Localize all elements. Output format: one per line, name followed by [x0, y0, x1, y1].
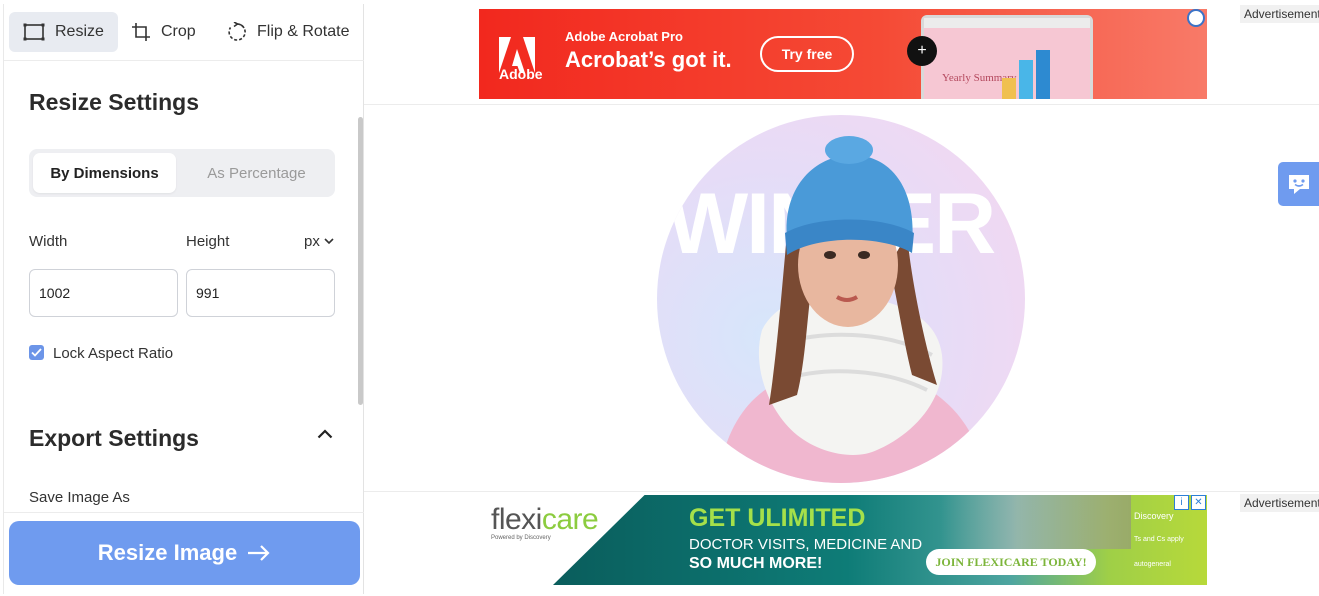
mode-as-percentage[interactable]: As Percentage — [182, 153, 331, 193]
tab-flip-rotate-label: Flip & Rotate — [257, 23, 350, 40]
mode-by-dimensions[interactable]: By Dimensions — [33, 153, 176, 193]
ad-photo — [941, 495, 1131, 549]
crop-icon — [132, 23, 150, 41]
ad-controls: i ✕ — [1174, 495, 1207, 511]
plus-icon: + — [907, 36, 937, 66]
flexicare-logo: flexicare — [491, 503, 599, 536]
lock-aspect-label[interactable]: Lock Aspect Ratio — [53, 345, 173, 362]
tab-crop[interactable]: Crop — [117, 12, 210, 52]
close-icon[interactable]: ✕ — [1191, 495, 1206, 510]
flexicare-powered: Powered by Discovery — [491, 535, 551, 541]
flexicare-line-3: SO MUCH MORE! — [689, 555, 823, 572]
rotate-icon — [228, 22, 246, 41]
feedback-button[interactable] — [1278, 162, 1319, 206]
terms-text: Ts and Cs apply — [1134, 536, 1184, 543]
divider — [4, 512, 364, 513]
resize-image-button-label: Resize Image — [97, 540, 238, 565]
ad-choices-icon[interactable] — [1187, 9, 1205, 27]
adobe-ad-banner[interactable]: Adobe Adobe Acrobat Pro Acrobat’s got it… — [479, 9, 1207, 99]
divider — [364, 104, 1319, 105]
tab-resize[interactable]: Resize — [9, 12, 118, 52]
width-field[interactable] — [29, 269, 178, 317]
join-flexicare-button[interactable]: JOIN FLEXICARE TODAY! — [926, 549, 1096, 575]
save-image-as-label: Save Image As — [29, 489, 130, 506]
checkmark-icon — [31, 348, 42, 357]
height-label: Height — [186, 233, 230, 250]
flexicare-headline: GET ULIMITED — [689, 504, 866, 532]
chevron-up-icon[interactable] — [317, 429, 333, 439]
tab-resize-label: Resize — [55, 23, 104, 40]
resize-image-button[interactable]: Resize Image — [9, 521, 360, 585]
unit-value: px — [304, 233, 320, 250]
flexicare-line-2: DOCTOR VISITS, MEDICINE AND — [689, 536, 923, 553]
settings-panel: Resize Crop Flip & Rotate Resize Setting… — [3, 4, 364, 594]
export-settings-title: Export Settings — [29, 425, 199, 451]
tab-flip-rotate[interactable]: Flip & Rotate — [213, 12, 363, 52]
adobe-product: Adobe Acrobat Pro — [565, 29, 683, 44]
resize-icon — [23, 23, 45, 41]
advertisement-label: Advertisement — [1240, 5, 1319, 23]
arrow-right-icon — [248, 545, 270, 561]
panel-scrollbar[interactable] — [358, 117, 363, 405]
width-label: Width — [29, 233, 68, 250]
advertisement-label: Advertisement — [1240, 494, 1319, 512]
chat-icon — [1288, 175, 1309, 194]
flexicare-ad-banner[interactable]: flexicare Powered by Discovery GET ULIMI… — [479, 495, 1207, 585]
divider — [364, 491, 1319, 492]
underwriter-text: autogeneral — [1134, 561, 1171, 568]
laptop-illustration: Yearly Summary — [921, 15, 1093, 99]
resize-mode-toggle: By Dimensions As Percentage — [29, 149, 335, 197]
unit-select[interactable]: px — [304, 233, 334, 250]
try-free-button[interactable]: Try free — [760, 36, 854, 72]
tab-crop-label: Crop — [161, 23, 196, 40]
image-preview: WINTER — [657, 115, 1025, 483]
adobe-brand: Adobe — [499, 66, 543, 82]
lock-aspect-checkbox[interactable] — [29, 345, 44, 360]
resize-settings-title: Resize Settings — [29, 89, 199, 115]
woman-photo — [717, 136, 987, 483]
discovery-brand: Discovery — [1134, 511, 1174, 521]
chevron-down-icon — [324, 238, 334, 245]
info-icon[interactable]: i — [1174, 495, 1189, 510]
height-field[interactable] — [186, 269, 335, 317]
adobe-headline: Acrobat’s got it. — [565, 47, 732, 72]
tool-tabs: Resize Crop Flip & Rotate — [4, 4, 364, 61]
discovery-info: Discovery Ts and Cs apply autogeneral — [1134, 501, 1204, 570]
